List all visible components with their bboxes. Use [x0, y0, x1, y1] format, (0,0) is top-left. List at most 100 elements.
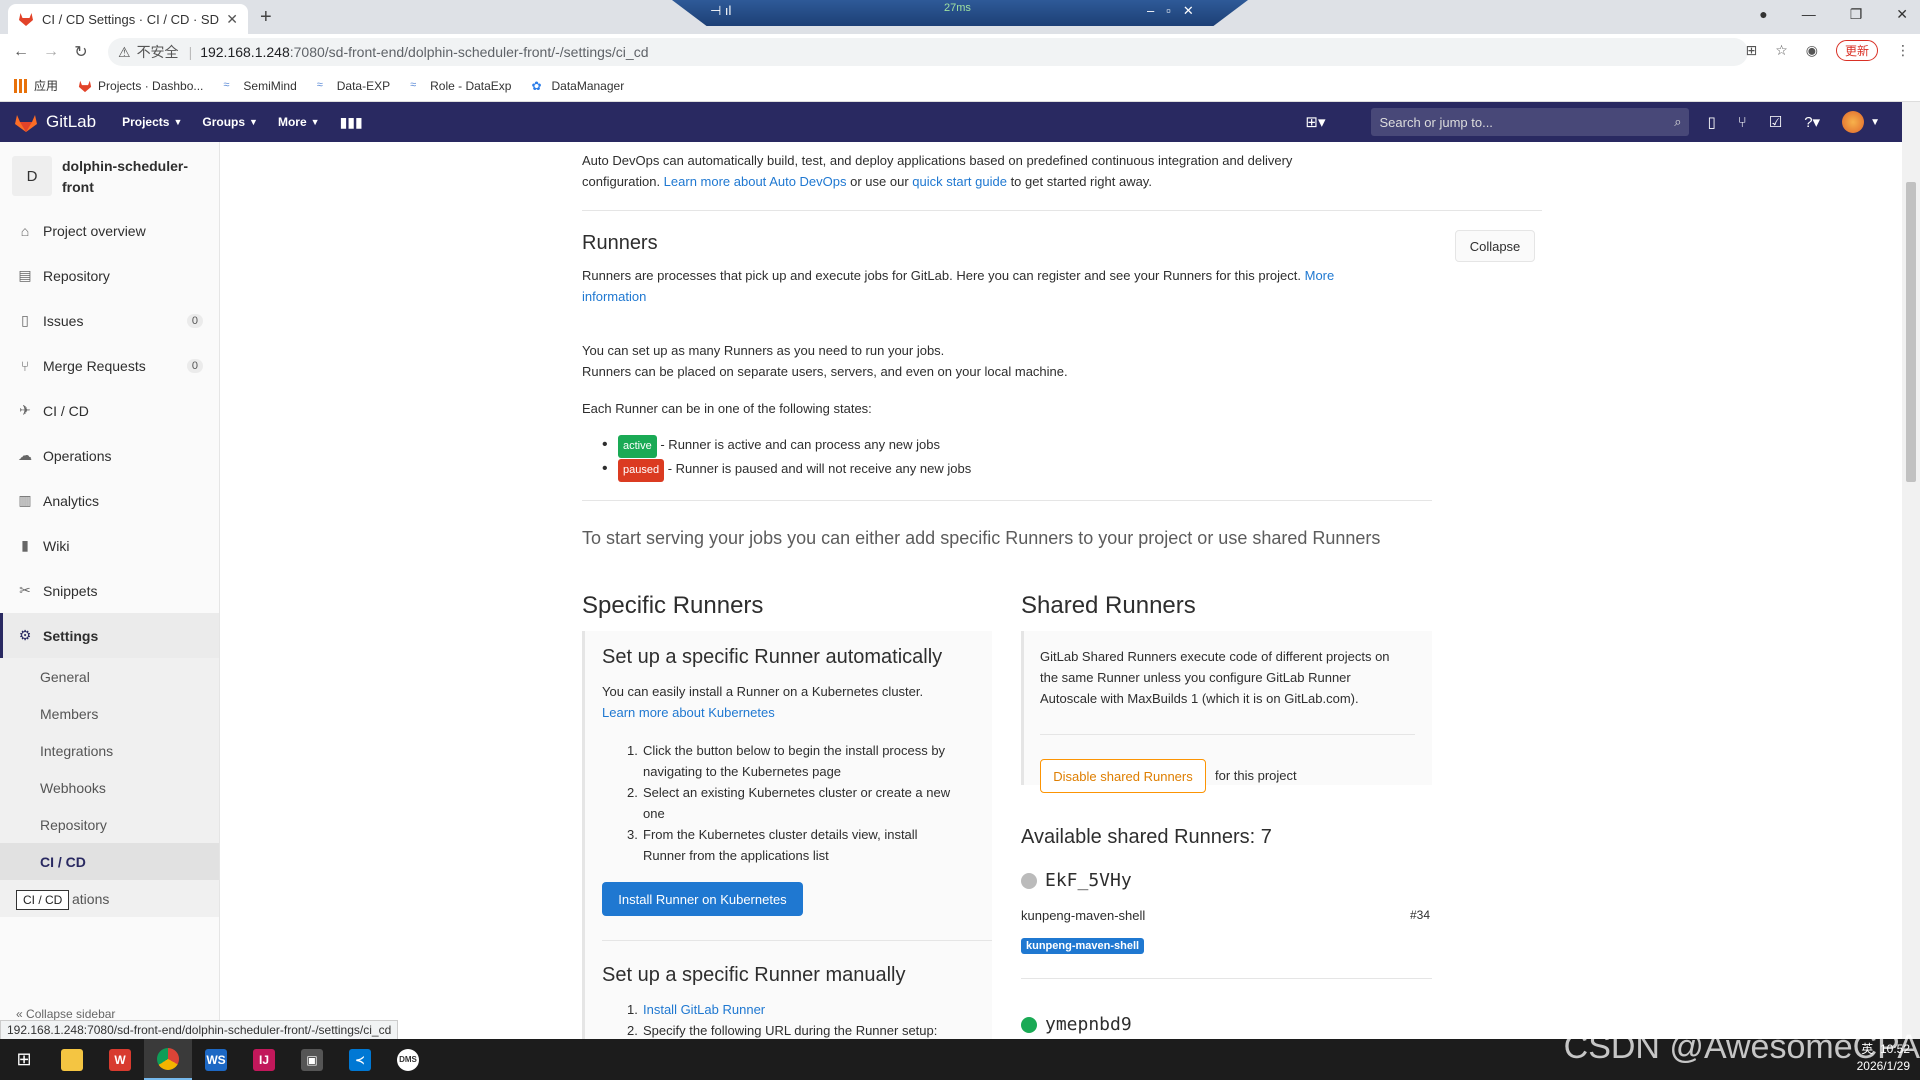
pin-icon[interactable]: ⊣ ıl [710, 3, 731, 19]
gitlab-icon [78, 80, 92, 92]
sidebar-item-overview[interactable]: ⌂ Project overview [0, 208, 219, 253]
sidebar-item-operations[interactable]: ☁ Operations [0, 433, 219, 478]
for-this-project-text: for this project [1215, 768, 1297, 783]
avatar[interactable] [1842, 111, 1865, 133]
sidebar-item-issues[interactable]: ▯ Issues 0 [0, 298, 219, 343]
taskbar-chrome[interactable] [144, 1039, 192, 1080]
more-info-part-1: More [1304, 268, 1335, 283]
runner-id: #34 [1410, 908, 1431, 922]
book-icon: ▮ [21, 537, 29, 553]
back-icon[interactable]: ← [6, 43, 36, 61]
reload-icon[interactable]: ↻ [66, 42, 96, 62]
section-divider [582, 500, 1432, 501]
issues-icon[interactable]: ▯ [1707, 113, 1715, 131]
kubernetes-learn-link[interactable]: Learn more about Kubernetes [602, 705, 775, 720]
quick-start-guide-link[interactable]: quick start guide [912, 174, 1007, 189]
bookmark-apps[interactable]: 应用 [14, 77, 58, 94]
manual-step: 2. Specify the following URL during the R… [627, 1020, 997, 1041]
disable-shared-runners-button[interactable]: Disable shared Runners [1040, 759, 1206, 793]
taskbar-vscode[interactable]: ≺ [336, 1039, 384, 1080]
profile-icon[interactable]: ◉ [1806, 42, 1818, 59]
runners-collapse-button[interactable]: Collapse [1455, 230, 1535, 262]
page-scrollbar[interactable] [1902, 102, 1920, 1039]
new-tab-button[interactable]: + [260, 6, 272, 29]
runner-name: EkF_5VHy [1045, 870, 1132, 891]
sidebar-item-label: CI / CD [43, 402, 89, 419]
chevron-down-icon: ▼ [249, 117, 258, 127]
sidebar-sub-integrations[interactable]: Integrations [0, 732, 219, 769]
bookmark-data-exp[interactable]: ≈ Data-EXP [317, 79, 390, 93]
nav-projects[interactable]: Projects ▼ [122, 114, 182, 131]
sidebar-item-settings[interactable]: ⚙ Settings [0, 613, 219, 658]
address-bar-row: ← → ↻ ⚠ 不安全 | 192.168.1.248 :7080/sd-fro… [0, 34, 1920, 70]
sidebar-item-snippets[interactable]: ✂ Snippets [0, 568, 219, 613]
auto-setup-title: Set up a specific Runner automatically [602, 646, 943, 668]
autodevops-learn-link[interactable]: Learn more about Auto DevOps [664, 174, 847, 189]
sidebar-item-repository[interactable]: ▤ Repository [0, 253, 219, 298]
tab-close-icon[interactable]: ✕ [226, 11, 238, 28]
bookmark-label: Role - DataExp [430, 78, 512, 93]
install-runner-kubernetes-button[interactable]: Install Runner on Kubernetes [602, 882, 803, 916]
forward-icon[interactable]: → [36, 43, 66, 61]
update-button[interactable]: 更新 [1835, 40, 1878, 61]
remote-window-controls[interactable]: –▫✕ [1147, 3, 1206, 19]
search-input[interactable]: Search or jump to... ⌕ [1371, 108, 1690, 136]
section-divider [1040, 734, 1415, 735]
bookmark-datamanager[interactable]: ✿ DataManager [531, 79, 624, 93]
taskbar-explorer[interactable] [48, 1039, 96, 1080]
shared-desc-line-1: GitLab Shared Runners execute code of di… [1040, 649, 1390, 664]
sidebar-item-wiki[interactable]: ▮ Wiki [0, 523, 219, 568]
bookmark-star-icon[interactable]: ☆ [1775, 42, 1788, 59]
taskbar-image[interactable]: ▣ [288, 1039, 336, 1080]
project-header[interactable]: D dolphin-scheduler-front [0, 142, 219, 208]
nav-more[interactable]: More ▼ [278, 114, 320, 131]
help-icon[interactable]: ?▾ [1804, 113, 1820, 131]
new-item-plus-icon[interactable]: ⊞▾ [1305, 113, 1325, 131]
taskbar-dms[interactable]: DMS [384, 1039, 432, 1080]
sidebar-item-analytics[interactable]: ▥ Analytics [0, 478, 219, 523]
sidebar-sub-webhooks[interactable]: Webhooks [0, 769, 219, 806]
sidebar-item-merge-requests[interactable]: ⑂ Merge Requests 0 [0, 343, 219, 388]
sidebar-sub-members[interactable]: Members [0, 695, 219, 732]
menu-kebab-icon[interactable]: ⋮ [1896, 42, 1910, 59]
nav-label: Projects [122, 115, 170, 129]
profile-menu-icon[interactable]: ● [1759, 6, 1767, 23]
start-button[interactable]: ⊞ [0, 1039, 48, 1080]
gitlab-home-link[interactable]: GitLab [14, 111, 96, 133]
merge-requests-icon[interactable]: ⑂ [1738, 114, 1747, 131]
bookmark-semimind[interactable]: ≈ SemiMind [223, 79, 296, 93]
search-placeholder: Search or jump to... [1379, 114, 1493, 130]
minimize-icon[interactable]: — [1802, 6, 1816, 23]
url-field[interactable]: ⚠ 不安全 | 192.168.1.248 :7080/sd-front-end… [108, 38, 1748, 66]
bookmark-projects[interactable]: Projects · Dashbo... [78, 79, 203, 93]
runners-lead-text: To start serving your jobs you can eithe… [582, 528, 1381, 548]
close-window-icon[interactable]: ✕ [1896, 6, 1908, 23]
taskbar-wps[interactable]: W [96, 1039, 144, 1080]
taskbar-ws[interactable]: WS [192, 1039, 240, 1080]
nav-activity-chart-icon[interactable]: ▮▮▮ [340, 114, 363, 131]
scrollbar-thumb[interactable] [1906, 182, 1916, 482]
translate-icon[interactable]: ⊞ [1745, 42, 1757, 59]
chevron-down-icon[interactable]: ▼ [1870, 117, 1880, 128]
todos-icon[interactable]: ☑ [1769, 113, 1782, 131]
sidebar-sub-repository[interactable]: Repository [0, 806, 219, 843]
step-number: 2. [627, 1023, 638, 1038]
autodevops-line-2a: configuration. [582, 174, 664, 189]
nav-groups[interactable]: Groups ▼ [202, 114, 258, 131]
toolbar-right: ⊞ ☆ ◉ 更新 ⋮ [1745, 40, 1910, 61]
sidebar-item-cicd[interactable]: ✈ CI / CD [0, 388, 219, 433]
taskbar-idea[interactable]: IJ [240, 1039, 288, 1080]
restore-icon[interactable]: ❐ [1850, 6, 1863, 23]
dms-icon: DMS [397, 1048, 419, 1071]
manual-setup-title: Set up a specific Runner manually [602, 964, 906, 986]
collapse-sidebar-button[interactable]: « Collapse sidebar [16, 1007, 115, 1021]
link-icon: ≈ [410, 78, 417, 91]
browser-tab-bar: CI / CD Settings · CI / CD · SD ✕ + ⊣ ıl… [0, 0, 1920, 34]
sidebar-sub-cicd[interactable]: CI / CD [0, 843, 219, 880]
sidebar-sub-general[interactable]: General [0, 658, 219, 695]
section-divider [1021, 978, 1432, 979]
install-gitlab-runner-link[interactable]: Install GitLab Runner [643, 999, 765, 1020]
state-active-item: active - Runner is active and can proces… [600, 434, 971, 458]
bookmark-role-dataexp[interactable]: ≈ Role - DataExp [410, 79, 511, 93]
browser-tab[interactable]: CI / CD Settings · CI / CD · SD ✕ [8, 4, 248, 34]
